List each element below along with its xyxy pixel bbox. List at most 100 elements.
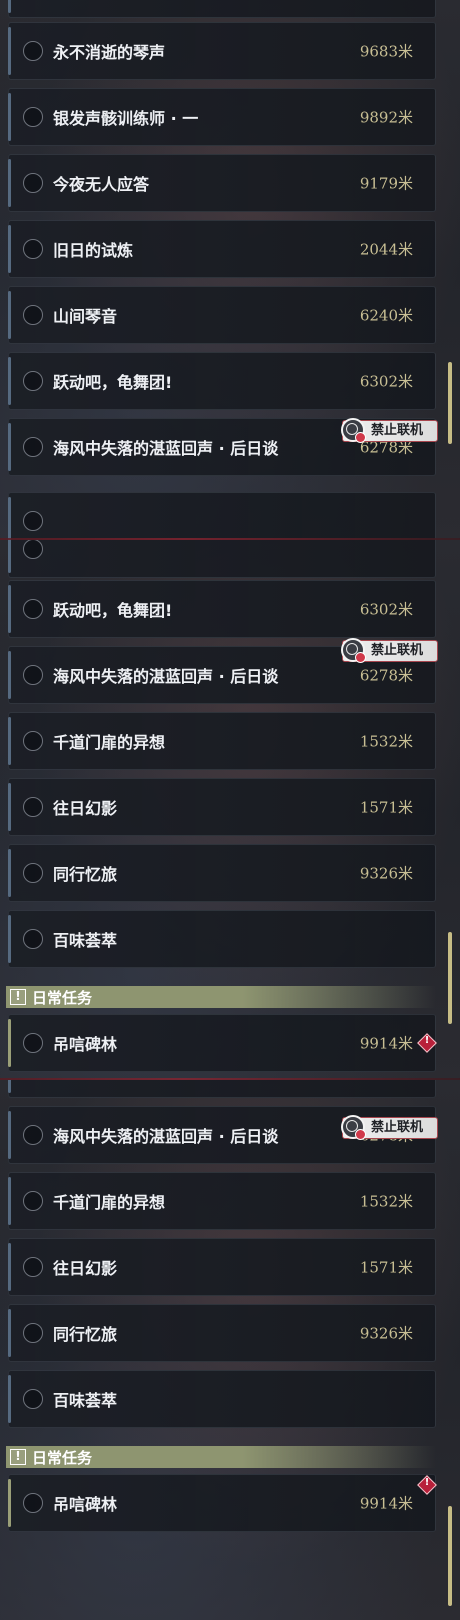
select-radio[interactable] bbox=[23, 107, 43, 127]
quest-name: 往日幻影 bbox=[53, 1259, 118, 1278]
quest-list-panel-3: 跃动吧，龟舞团! 6302米 海风中失落的湛蓝回声 · 后日谈 6278米 禁止… bbox=[0, 1080, 460, 1620]
quest-distance: 9179米 bbox=[359, 174, 413, 193]
quest-row[interactable]: 跃动吧，龟舞团! 6302米 bbox=[8, 352, 436, 410]
select-radio[interactable] bbox=[23, 1323, 43, 1343]
quest-row[interactable]: 旧日的试炼 2044米 bbox=[8, 220, 436, 278]
section-header-daily: ! 日常任务 bbox=[6, 986, 436, 1008]
quest-distance: 9326米 bbox=[359, 864, 413, 883]
quest-distance: 9914米 bbox=[359, 1494, 413, 1513]
no-coop-badge: 禁止联机 bbox=[341, 418, 438, 443]
scrollbar-thumb[interactable] bbox=[448, 932, 452, 1024]
quest-name: 吊唁碑林 bbox=[53, 1495, 118, 1514]
quest-name: 跃动吧，龟舞团! bbox=[53, 1080, 172, 1081]
quest-name: 百味荟萃 bbox=[53, 1391, 118, 1410]
select-radio[interactable] bbox=[23, 1257, 43, 1277]
quest-row[interactable]: 永不消逝的琴声 9683米 bbox=[8, 22, 436, 80]
quest-name: 旧日的试炼 bbox=[53, 241, 134, 260]
select-radio[interactable] bbox=[23, 665, 43, 685]
quest-name: 永不消逝的琴声 bbox=[53, 43, 166, 62]
quest-row[interactable]: 银发声骸训练师 · 一 9892米 bbox=[8, 88, 436, 146]
alert-mark-icon: ! bbox=[424, 1035, 430, 1046]
select-radio[interactable] bbox=[23, 1389, 43, 1409]
quest-name: 银发声骸训练师 · 一 bbox=[53, 109, 199, 128]
quest-name: 千道门扉的异想 bbox=[53, 733, 166, 752]
quest-name: 百味荟萃 bbox=[53, 931, 118, 950]
quest-row[interactable]: 百味荟萃 bbox=[8, 1370, 436, 1428]
quest-distance: 9683米 bbox=[359, 42, 413, 61]
select-radio[interactable] bbox=[23, 797, 43, 817]
quest-row[interactable]: 往日幻影 1571米 bbox=[8, 778, 436, 836]
quest-list-panel-1: 永不消逝的琴声 9683米 银发声骸训练师 · 一 9892米 今夜无人应答 9… bbox=[0, 0, 460, 540]
section-title: 日常任务 bbox=[32, 1449, 93, 1467]
quest-row[interactable]: 千道门扉的异想 1532米 bbox=[8, 1172, 436, 1230]
quest-row[interactable]: 跃动吧，龟舞团! 6302米 bbox=[8, 1080, 436, 1098]
section-header-daily: ! 日常任务 bbox=[6, 1446, 436, 1468]
quest-name: 跃动吧，龟舞团! bbox=[53, 601, 173, 620]
quest-row[interactable]: 百味荟萃 bbox=[8, 910, 436, 968]
select-radio[interactable] bbox=[23, 540, 43, 559]
quest-distance: 6302米 bbox=[359, 600, 413, 619]
select-radio[interactable] bbox=[23, 173, 43, 193]
quest-distance: 6302米 bbox=[359, 372, 413, 391]
quest-row[interactable]: 吊唁碑林 9914米 bbox=[8, 1014, 436, 1072]
select-radio[interactable] bbox=[23, 371, 43, 391]
select-radio[interactable] bbox=[23, 437, 43, 457]
no-coop-label: 禁止联机 bbox=[371, 423, 424, 438]
select-radio[interactable] bbox=[23, 305, 43, 325]
select-radio[interactable] bbox=[23, 511, 43, 531]
quest-name: 海风中失落的湛蓝回声 · 后日谈 bbox=[53, 439, 279, 458]
quest-row[interactable]: 同行忆旅 9326米 bbox=[8, 844, 436, 902]
select-radio[interactable] bbox=[23, 1033, 43, 1053]
select-radio[interactable] bbox=[23, 929, 43, 949]
exclamation-icon: ! bbox=[10, 1449, 26, 1465]
no-coop-label: 禁止联机 bbox=[371, 1120, 424, 1135]
quest-distance: 6278米 bbox=[359, 666, 413, 685]
select-radio[interactable] bbox=[23, 863, 43, 883]
quest-distance: 1571米 bbox=[359, 798, 413, 817]
quest-name: 往日幻影 bbox=[53, 799, 118, 818]
quest-distance: 1532米 bbox=[359, 732, 413, 751]
quest-name: 山间琴音 bbox=[53, 307, 118, 326]
quest-distance: 2044米 bbox=[359, 240, 413, 259]
quest-row[interactable]: 山间琴音 6240米 bbox=[8, 286, 436, 344]
quest-row[interactable]: 吊唁碑林 9914米 bbox=[8, 1474, 436, 1532]
exclamation-icon: ! bbox=[10, 989, 26, 1005]
quest-name: 海风中失落的湛蓝回声 · 后日谈 bbox=[53, 667, 279, 686]
quest-distance: 9892米 bbox=[359, 108, 413, 127]
select-radio[interactable] bbox=[23, 1125, 43, 1145]
quest-name: 海风中失落的湛蓝回声 · 后日谈 bbox=[53, 1127, 279, 1146]
alert-mark-icon: ! bbox=[424, 1477, 430, 1488]
quest-row-cut[interactable] bbox=[8, 0, 436, 18]
select-radio[interactable] bbox=[23, 239, 43, 259]
select-radio[interactable] bbox=[23, 41, 43, 61]
quest-name: 同行忆旅 bbox=[53, 865, 118, 884]
scrollbar-thumb[interactable] bbox=[448, 362, 452, 444]
quest-row[interactable]: 千道门扉的异想 1532米 bbox=[8, 712, 436, 770]
quest-name: 同行忆旅 bbox=[53, 1325, 118, 1344]
quest-row[interactable]: 往日幻影 1571米 bbox=[8, 1238, 436, 1296]
quest-name: 今夜无人应答 bbox=[53, 175, 150, 194]
quest-distance: 1532米 bbox=[359, 1192, 413, 1211]
select-radio[interactable] bbox=[23, 1191, 43, 1211]
quest-list-panel-2: 跃动吧，龟舞团! 6302米 海风中失落的湛蓝回声 · 后日谈 6278米 禁止… bbox=[0, 540, 460, 1080]
scrollbar-thumb[interactable] bbox=[448, 1506, 452, 1606]
select-radio[interactable] bbox=[23, 599, 43, 619]
quest-distance: 6240米 bbox=[359, 306, 413, 325]
section-title: 日常任务 bbox=[32, 989, 93, 1007]
quest-distance: 9914米 bbox=[359, 1034, 413, 1053]
select-radio[interactable] bbox=[23, 1493, 43, 1513]
quest-name: 千道门扉的异想 bbox=[53, 1193, 166, 1212]
quest-row[interactable]: 跃动吧，龟舞团! 6302米 bbox=[8, 580, 436, 638]
no-coop-icon bbox=[341, 1115, 366, 1140]
quest-row[interactable]: 同行忆旅 9326米 bbox=[8, 1304, 436, 1362]
quest-distance: 9326米 bbox=[359, 1324, 413, 1343]
no-coop-icon bbox=[341, 418, 366, 443]
select-radio[interactable] bbox=[23, 731, 43, 751]
no-coop-badge: 禁止联机 bbox=[341, 1115, 438, 1140]
no-coop-icon bbox=[341, 638, 366, 663]
no-coop-badge: 禁止联机 bbox=[341, 638, 438, 663]
quest-row-cut[interactable] bbox=[8, 492, 436, 540]
quest-row[interactable]: 今夜无人应答 9179米 bbox=[8, 154, 436, 212]
quest-row-cut[interactable] bbox=[8, 540, 436, 578]
quest-name: 吊唁碑林 bbox=[53, 1035, 118, 1054]
